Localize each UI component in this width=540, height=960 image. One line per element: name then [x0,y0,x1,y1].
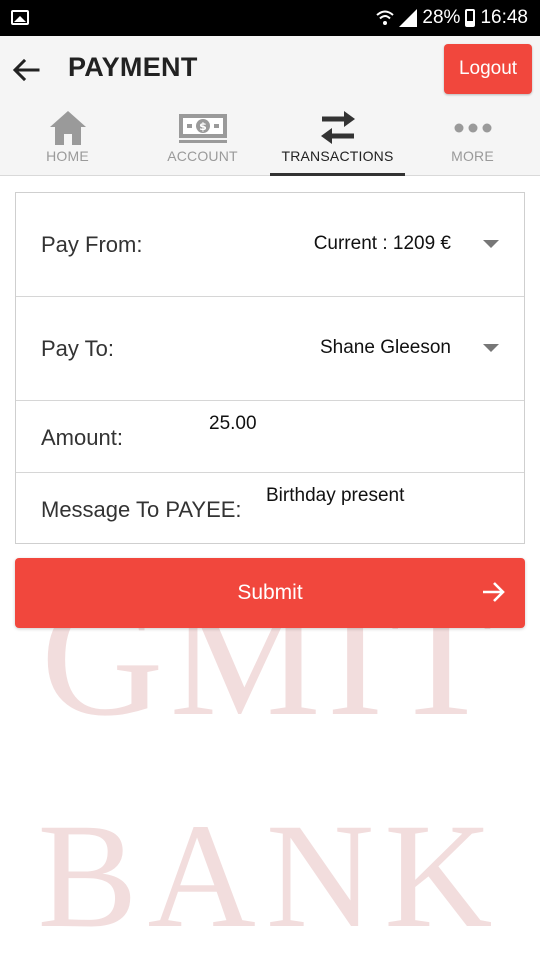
message-field[interactable]: Birthday present [266,485,404,507]
pay-to-row[interactable]: Pay To: Shane Gleeson [16,297,524,401]
battery-percent: 28% [422,7,461,28]
battery-icon [465,9,476,27]
status-bar: 28% 16:48 [0,0,540,36]
tab-transactions[interactable]: TRANSACTIONS [270,104,405,176]
page-title: PAYMENT [68,52,198,82]
tab-account-label: ACCOUNT [167,148,238,164]
signal-icon [399,9,418,27]
payment-form: Pay From: Current : 1209 € Pay To: Shane… [15,192,525,544]
pay-from-row[interactable]: Pay From: Current : 1209 € [16,193,524,297]
money-icon: $ [178,114,227,143]
amount-row: Amount: 25.00 [16,401,524,473]
message-label: Message To PAYEE: [41,497,242,522]
back-arrow-icon [12,58,40,82]
watermark-bank: BANK [37,793,503,959]
status-right: 28% 16:48 [376,0,528,36]
tab-bar: HOME $ ACCOUNT TRANSACTIONS MORE [0,104,540,176]
logout-button[interactable]: Logout [444,44,532,94]
tab-more[interactable]: MORE [405,104,540,176]
svg-text:$: $ [199,120,207,133]
pay-from-select[interactable]: Current : 1209 € [314,233,451,255]
tab-account[interactable]: $ ACCOUNT [135,104,270,176]
home-icon [49,111,86,145]
amount-label: Amount: [41,425,123,450]
submit-button[interactable]: Submit [15,558,525,628]
pay-from-label: Pay From: [41,232,143,257]
tab-more-label: MORE [451,148,494,164]
app-bar: PAYMENT Logout HOME $ ACCOUNT TRANSACTIO… [0,36,540,176]
back-button[interactable] [8,54,44,86]
dropdown-caret-icon[interactable] [483,240,499,248]
tab-home-label: HOME [46,148,89,164]
dropdown-caret-icon[interactable] [483,344,499,352]
amount-field[interactable]: 25.00 [209,413,257,435]
more-dots-icon [454,123,491,133]
pay-to-label: Pay To: [41,336,114,361]
pay-to-select[interactable]: Shane Gleeson [320,337,451,359]
submit-label: Submit [237,581,303,604]
wifi-icon [376,10,395,25]
tab-home[interactable]: HOME [0,104,135,176]
message-row: Message To PAYEE: Birthday present [16,473,524,545]
arrow-right-icon [483,582,505,602]
tab-transactions-label: TRANSACTIONS [281,148,394,164]
clock: 16:48 [480,7,528,28]
transfer-arrows-icon [320,111,355,144]
gallery-icon [11,10,29,25]
